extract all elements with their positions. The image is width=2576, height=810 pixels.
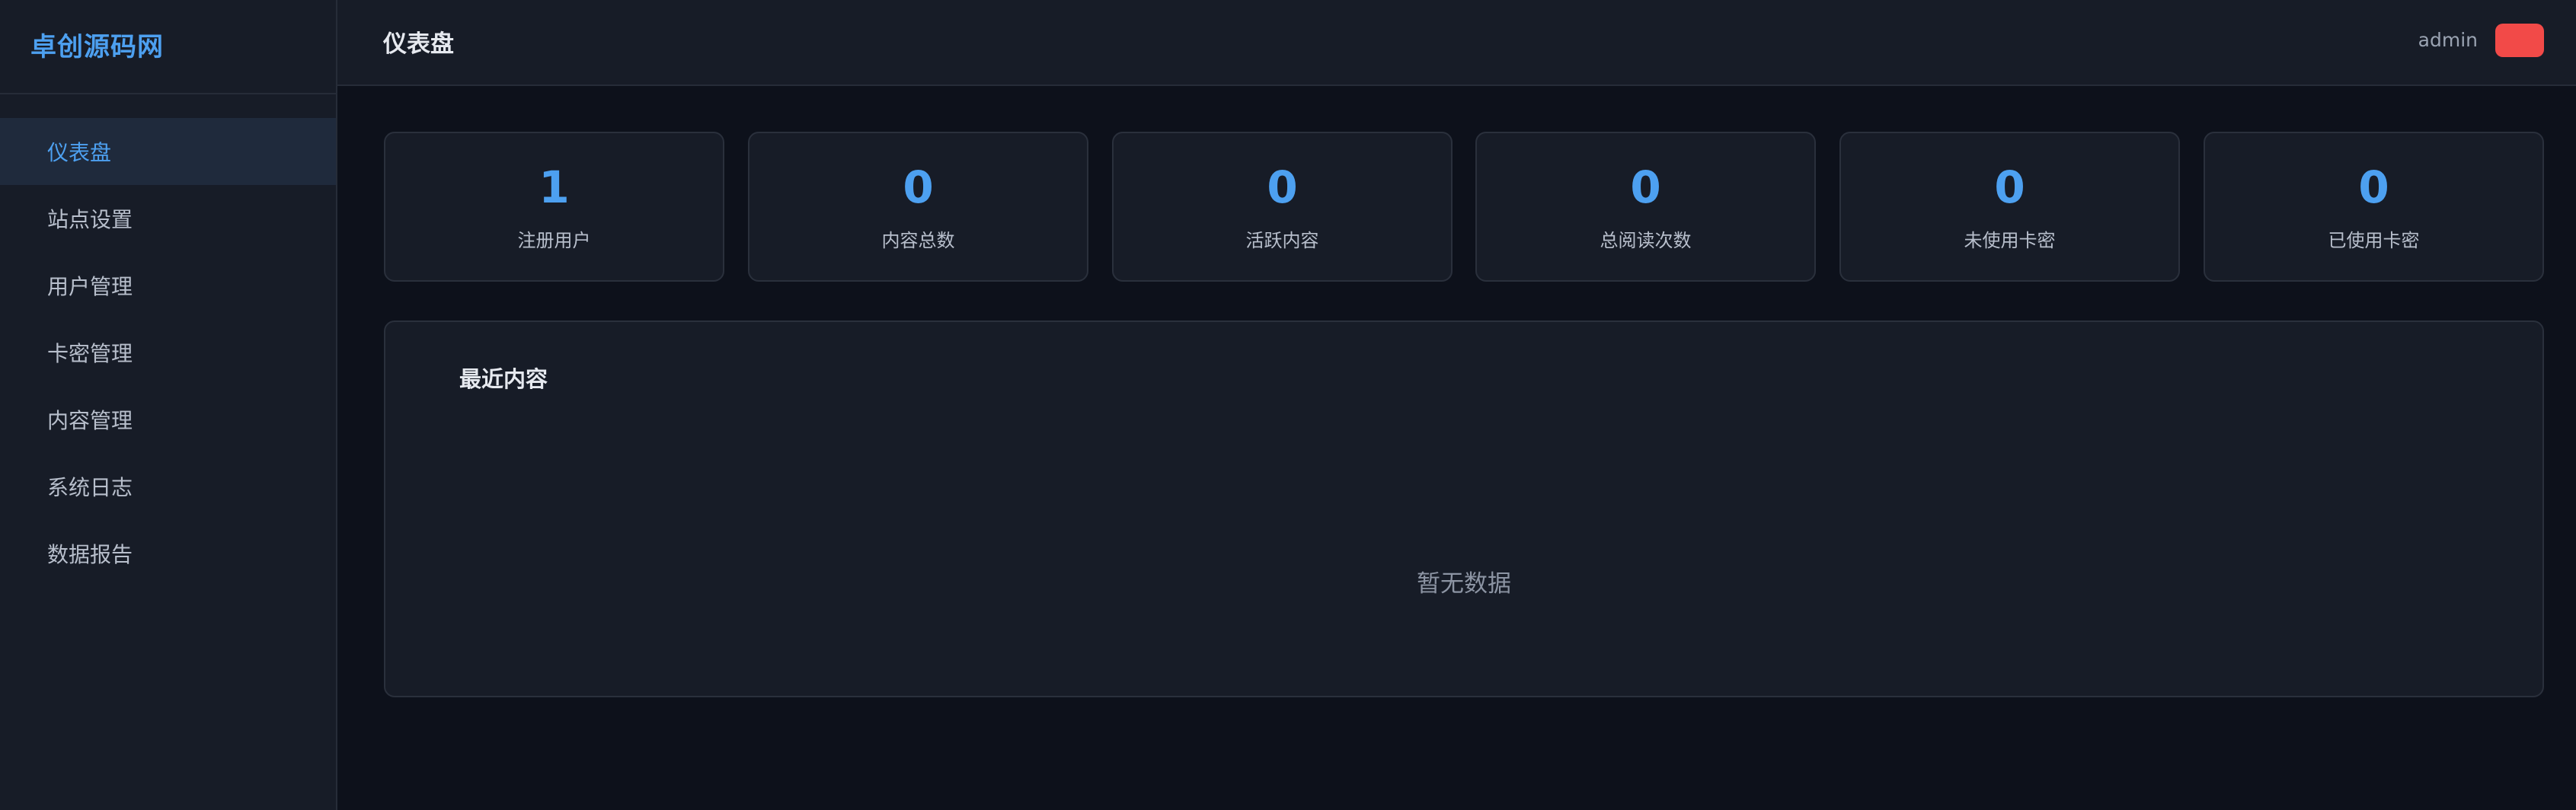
app: 卓创源码网 仪表盘 站点设置 用户管理 卡密管理 内容管理 系统日志 数据报告 … [0,0,2576,810]
stat-value: 0 [1267,161,1298,213]
sidebar-item-data-report[interactable]: 数据报告 [0,520,336,587]
stat-card-active-content: 0 活跃内容 [1112,132,1453,282]
stat-value: 0 [903,161,934,213]
sidebar-item-site-settings[interactable]: 站点设置 [0,185,336,252]
page-title: 仪表盘 [383,30,454,58]
stat-value: 0 [1630,161,1661,213]
stat-card-total-content: 0 内容总数 [748,132,1088,282]
sidebar-item-content-management[interactable]: 内容管理 [0,386,336,453]
stat-label: 已使用卡密 [2328,230,2420,251]
sidebar-item-card-key-management[interactable]: 卡密管理 [0,319,336,386]
empty-state: 暂无数据 [1417,570,1511,598]
logout-button[interactable] [2495,24,2544,57]
sidebar-item-user-management[interactable]: 用户管理 [0,252,336,319]
brand-title[interactable]: 卓创源码网 [30,26,164,63]
brand: 卓创源码网 [0,0,336,94]
stat-label: 内容总数 [881,230,955,251]
stat-label: 总阅读次数 [1600,230,1692,251]
stat-label: 活跃内容 [1245,230,1319,251]
stat-card-registered-users: 1 注册用户 [384,132,724,282]
stat-label: 注册用户 [517,230,591,251]
sidebar-item-dashboard[interactable]: 仪表盘 [0,118,336,185]
sidebar-nav: 仪表盘 站点设置 用户管理 卡密管理 内容管理 系统日志 数据报告 [0,118,336,587]
stat-card-total-reads: 0 总阅读次数 [1475,132,1816,282]
stat-value: 0 [2358,161,2389,213]
recent-content-panel: 最近内容 暂无数据 [384,320,2544,697]
stat-value: 1 [539,161,570,213]
stat-card-unused-card-keys: 0 未使用卡密 [1839,132,2180,282]
sidebar-item-system-log[interactable]: 系统日志 [0,453,336,520]
sidebar: 卓创源码网 仪表盘 站点设置 用户管理 卡密管理 内容管理 系统日志 数据报告 [0,0,337,810]
stat-label: 未使用卡密 [1964,230,2056,251]
stat-card-used-card-keys: 0 已使用卡密 [2204,132,2544,282]
top-header: 仪表盘 admin [337,0,2576,86]
stat-value: 0 [1994,161,2025,213]
recent-content-title: 最近内容 [459,366,548,392]
stats-row: 1 注册用户 0 内容总数 0 活跃内容 0 总阅读次数 0 未使用卡密 0 已… [384,132,2544,282]
user-name: admin [2418,29,2478,51]
